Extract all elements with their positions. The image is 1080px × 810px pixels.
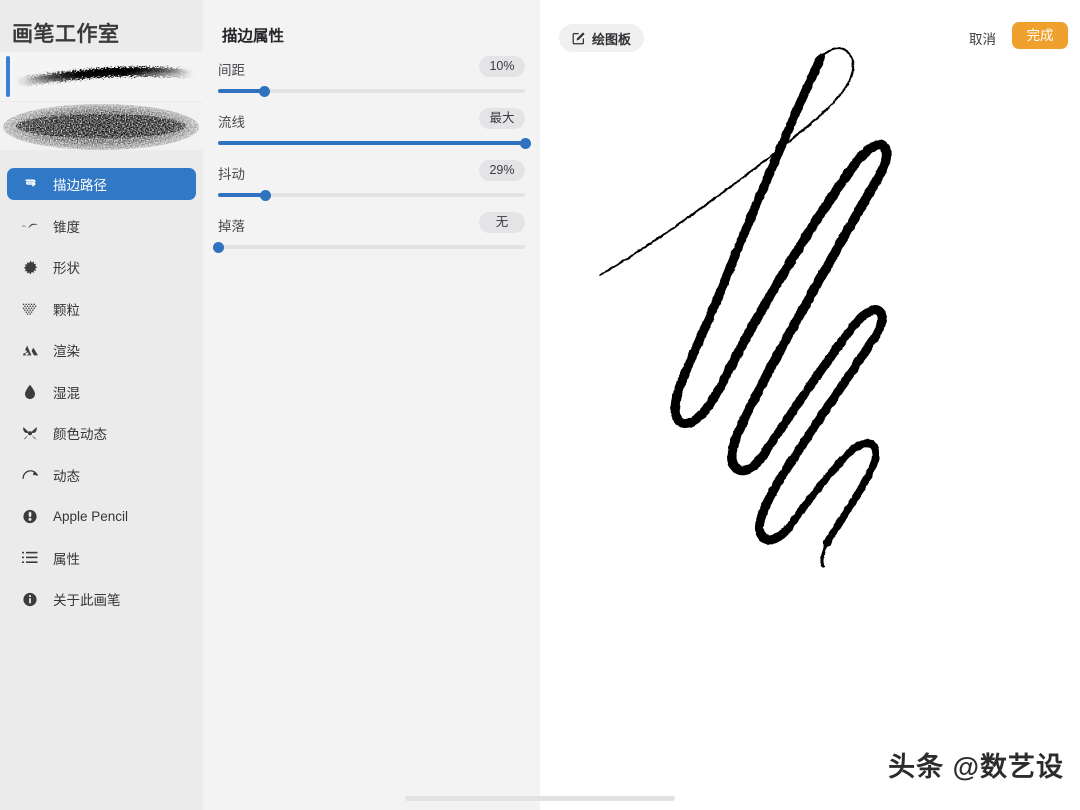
- slider-label: 流线: [218, 115, 245, 130]
- sidebar-item-properties[interactable]: 属性: [7, 542, 196, 574]
- brush-preview-texture[interactable]: [0, 102, 203, 150]
- sidebar-item-label: 描边路径: [53, 178, 107, 193]
- shape-burst-icon: [19, 257, 41, 277]
- slider-thumb[interactable]: [260, 189, 272, 201]
- slider-thumb[interactable]: [212, 241, 224, 253]
- sidebar-item-color-dynamics[interactable]: 颜色动态: [7, 417, 196, 449]
- brush-preview-stroke[interactable]: [0, 52, 203, 101]
- sidebar: 画笔工作室 描边路径 锥度 形状 颗粒 渲染 湿混 颜色动态 动态 Apple …: [0, 0, 203, 810]
- done-button[interactable]: 完成: [1012, 22, 1068, 49]
- drawpad-button[interactable]: 绘图板: [559, 24, 645, 52]
- home-indicator: [405, 796, 675, 801]
- sidebar-item-label: Apple Pencil: [53, 508, 129, 524]
- sidebar-menu: 描边路径 锥度 形状 颗粒 渲染 湿混 颜色动态 动态 Apple Pencil…: [0, 168, 203, 625]
- slider-label: 间距: [218, 63, 245, 78]
- drawing-canvas-area[interactable]: 绘图板 取消 完成 头条 @数艺设: [540, 0, 1080, 810]
- settings-panel-title: 描边属性: [222, 28, 285, 45]
- drawpad-label: 绘图板: [592, 31, 632, 47]
- slider-label: 抖动: [218, 167, 245, 182]
- slider-jitter[interactable]: 抖动 29%: [218, 160, 525, 214]
- sidebar-item-about-brush[interactable]: 关于此画笔: [7, 583, 196, 615]
- sidebar-item-wet-mix[interactable]: 湿混: [7, 376, 196, 408]
- brush-texture-thumbnail: [3, 104, 199, 150]
- color-dynamics-icon: [19, 423, 41, 443]
- cancel-button[interactable]: 取消: [969, 28, 996, 48]
- properties-list-icon: [19, 548, 41, 568]
- slider-spacing[interactable]: 间距 10%: [218, 56, 525, 110]
- page-title: 画笔工作室: [12, 23, 120, 46]
- apple-pencil-icon: [19, 506, 41, 526]
- slider-value-badge: 29%: [479, 160, 525, 181]
- sidebar-item-taper[interactable]: 锥度: [7, 210, 196, 242]
- slider-header: 掉落 无: [218, 212, 525, 236]
- dynamics-gauge-icon: [19, 465, 41, 485]
- sidebar-item-apple-pencil[interactable]: Apple Pencil: [7, 500, 196, 532]
- slider-header: 抖动 29%: [218, 160, 525, 184]
- wet-mix-droplet-icon: [19, 382, 41, 402]
- brush-studio-window: 画笔工作室 描边路径 锥度 形状 颗粒 渲染 湿混 颜色动态 动态 Apple …: [0, 0, 1080, 810]
- sidebar-item-label: 形状: [53, 261, 80, 276]
- slider-fill: [218, 89, 265, 93]
- slider-thumb[interactable]: [519, 137, 531, 149]
- preview-selection-bar: [6, 56, 10, 97]
- slider-track[interactable]: [218, 137, 531, 149]
- brush-stroke-thumbnail: [17, 67, 193, 86]
- info-circle-icon: [19, 589, 41, 609]
- taper-wave-icon: [19, 216, 41, 236]
- sidebar-item-dynamics[interactable]: 动态: [7, 459, 196, 491]
- slider-value-badge: 10%: [479, 56, 525, 77]
- slider-track[interactable]: [212, 241, 525, 253]
- watermark: 头条 @数艺设: [888, 752, 1064, 782]
- render-mountain-icon: [19, 340, 41, 360]
- sidebar-item-shape[interactable]: 形状: [7, 251, 196, 283]
- slider-fill: [218, 141, 525, 145]
- sidebar-item-render[interactable]: 渲染: [7, 334, 196, 366]
- slider-fall-off[interactable]: 掉落 无: [212, 212, 525, 266]
- sidebar-item-label: 属性: [53, 551, 80, 567]
- slider-label: 掉落: [218, 219, 245, 234]
- sidebar-item-label: 渲染: [53, 344, 80, 359]
- sidebar-item-label: 颗粒: [53, 302, 80, 318]
- sidebar-item-label: 湿混: [53, 385, 80, 401]
- slider-track[interactable]: [218, 85, 525, 97]
- slider-streamline[interactable]: 流线 最大: [218, 108, 531, 162]
- slider-thumb[interactable]: [258, 85, 270, 97]
- edit-square-pencil-icon: [572, 31, 586, 45]
- sidebar-item-label: 锥度: [53, 219, 80, 235]
- slider-header: 间距 10%: [218, 56, 525, 80]
- grain-dots-icon: [19, 299, 41, 319]
- slider-header: 流线 最大: [218, 108, 525, 132]
- slider-value-badge: 最大: [479, 108, 525, 129]
- brush-preview-list: [0, 52, 203, 150]
- sidebar-item-label: 关于此画笔: [53, 593, 121, 608]
- sidebar-item-stroke-path[interactable]: 描边路径: [7, 168, 196, 200]
- slider-list: 间距 10% 流线 最大 抖动 29% 掉落 无: [203, 56, 540, 266]
- sidebar-item-label: 动态: [53, 468, 80, 484]
- slider-fill: [218, 193, 266, 197]
- brush-test-drawing: [598, 47, 892, 568]
- stroke-path-icon: [19, 174, 41, 194]
- slider-value-badge: 无: [479, 212, 525, 233]
- slider-track[interactable]: [218, 189, 525, 201]
- sidebar-item-label: 颜色动态: [53, 427, 107, 442]
- sidebar-item-grain[interactable]: 颗粒: [7, 293, 196, 325]
- settings-panel: 描边属性 间距 10% 流线 最大 抖动 29% 掉落 无: [203, 0, 540, 810]
